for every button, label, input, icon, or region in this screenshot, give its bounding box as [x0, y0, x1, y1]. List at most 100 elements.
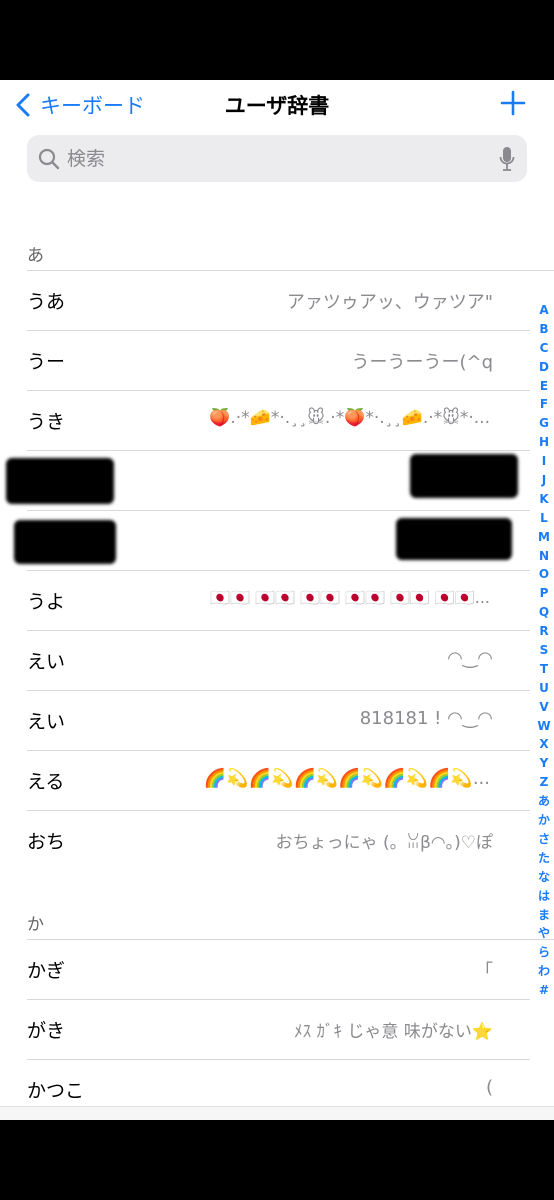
navigation-bar: キーボード ユーザ辞書 — [0, 80, 554, 130]
entry-word: えい — [27, 711, 66, 733]
entry-word: うき — [27, 411, 66, 433]
entry-reading: 🍑.·*🧀*·.¸¸🐭.·*🍑*·.¸¸🧀.·*🐭*·... — [209, 408, 490, 428]
divider — [27, 690, 530, 691]
index-letter[interactable]: P — [534, 584, 554, 603]
divider — [27, 450, 530, 451]
index-letter[interactable]: た — [534, 849, 554, 868]
index-letter[interactable]: # — [534, 981, 554, 1000]
index-letter[interactable]: O — [534, 565, 554, 584]
index-letter[interactable]: ま — [534, 906, 554, 925]
index-letter[interactable]: H — [534, 433, 554, 452]
entry-word: うあ — [27, 291, 66, 313]
list-item[interactable]: うき 🍑.·*🧀*·.¸¸🐭.·*🍑*·.¸¸🧀.·*🐭*·... — [0, 390, 530, 450]
entry-reading: ﾒｽ ｶﾞｷ じゃ意 味がない⭐ — [294, 1022, 493, 1042]
divider — [27, 330, 530, 331]
index-letter[interactable]: や — [534, 924, 554, 943]
entry-word: がき — [27, 1020, 66, 1042]
entry-reading: うーうーうー(^q — [351, 352, 493, 373]
index-letter[interactable]: Z — [534, 773, 554, 792]
status-bar-mask — [0, 0, 554, 80]
entry-word: おち — [27, 831, 66, 853]
section-header: か — [27, 915, 44, 935]
index-letter[interactable]: A — [534, 301, 554, 320]
index-letter[interactable]: は — [534, 887, 554, 906]
list-item[interactable]: かつこ ( — [0, 1059, 530, 1106]
entry-reading: ◠‿◠ — [447, 648, 493, 669]
list-item[interactable]: うー うーうーうー(^q — [0, 330, 530, 390]
divider — [27, 630, 530, 631]
home-indicator-mask — [0, 1120, 554, 1200]
list-item[interactable]: えい 818181 ! ◠‿◠ — [0, 690, 530, 750]
index-letter[interactable]: X — [534, 735, 554, 754]
index-letter[interactable]: B — [534, 320, 554, 339]
index-letter[interactable]: R — [534, 622, 554, 641]
redacted-reading — [410, 454, 518, 498]
divider — [27, 270, 554, 271]
divider — [27, 390, 530, 391]
index-letter[interactable]: L — [534, 509, 554, 528]
index-letter[interactable]: W — [534, 717, 554, 736]
entry-reading: 818181 ! ◠‿◠ — [359, 708, 493, 729]
index-letter[interactable]: I — [534, 452, 554, 471]
list-item[interactable]: かぎ 「 — [0, 939, 554, 999]
section-index[interactable]: A B C D E F G H I J K L M N O P Q R S T … — [534, 301, 554, 1000]
entry-reading: 🌈💫🌈💫🌈💫🌈💫🌈💫🌈💫... — [203, 768, 490, 789]
entry-word: えい — [27, 651, 66, 673]
redacted-word — [14, 520, 116, 564]
divider — [27, 510, 530, 511]
entry-word: かぎ — [27, 960, 66, 982]
entry-word: うよ — [27, 591, 66, 613]
entry-word: かつこ — [27, 1080, 85, 1102]
entry-reading: アァツゥアッ、ウァツア" — [286, 292, 493, 313]
microphone-icon[interactable] — [499, 146, 515, 172]
index-letter[interactable]: Q — [534, 603, 554, 622]
entry-word: える — [27, 771, 65, 793]
entry-reading: 「 — [475, 961, 493, 982]
divider — [27, 939, 554, 940]
section-header: あ — [27, 246, 44, 266]
list-item[interactable]: えい ◠‿◠ — [0, 630, 530, 690]
list-item[interactable]: がき ﾒｽ ｶﾞｷ じゃ意 味がない⭐ — [0, 999, 530, 1059]
list-item[interactable] — [0, 510, 530, 570]
entry-word: うー — [27, 351, 66, 373]
plus-icon[interactable] — [500, 90, 526, 116]
divider — [27, 810, 530, 811]
list-item[interactable]: える 🌈💫🌈💫🌈💫🌈💫🌈💫🌈💫... — [0, 750, 530, 810]
list-item[interactable]: おち おちょっにゃ (。ꈍβ◠。)♡ぽ — [0, 810, 530, 870]
index-letter[interactable]: N — [534, 547, 554, 566]
index-letter[interactable]: M — [534, 528, 554, 547]
redacted-reading — [396, 518, 512, 560]
index-letter[interactable]: E — [534, 377, 554, 396]
index-letter[interactable]: J — [534, 471, 554, 490]
index-letter[interactable]: ら — [534, 943, 554, 962]
index-letter[interactable]: あ — [534, 792, 554, 811]
entry-reading: ( — [485, 1077, 493, 1098]
list-item[interactable] — [0, 450, 530, 510]
index-letter[interactable]: な — [534, 868, 554, 887]
index-letter[interactable]: S — [534, 641, 554, 660]
index-letter[interactable]: G — [534, 414, 554, 433]
index-letter[interactable]: C — [534, 339, 554, 358]
search-bar[interactable] — [27, 135, 527, 182]
index-letter[interactable]: D — [534, 358, 554, 377]
divider — [27, 570, 530, 571]
search-input[interactable] — [67, 145, 487, 172]
index-letter[interactable]: Y — [534, 754, 554, 773]
index-letter[interactable]: か — [534, 811, 554, 830]
index-letter[interactable]: F — [534, 395, 554, 414]
list-item[interactable]: うよ 🇯🇵🇯🇵 🇯🇵🇯🇵 🇯🇵🇯🇵 🇯🇵🇯🇵 🇯🇵🇯🇵 🇯🇵🇯🇵... — [0, 570, 530, 630]
index-letter[interactable]: U — [534, 679, 554, 698]
bottom-divider — [0, 1106, 554, 1121]
index-letter[interactable]: わ — [534, 962, 554, 981]
divider — [27, 1059, 530, 1060]
entry-reading: おちょっにゃ (。ꈍβ◠。)♡ぽ — [275, 833, 493, 853]
index-letter[interactable]: V — [534, 698, 554, 717]
divider — [27, 999, 530, 1000]
redacted-word — [6, 458, 114, 504]
index-letter[interactable]: T — [534, 660, 554, 679]
index-letter[interactable]: さ — [534, 830, 554, 849]
page-title: ユーザ辞書 — [224, 94, 330, 118]
search-icon — [38, 148, 60, 170]
list-item[interactable]: うあ アァツゥアッ、ウァツア" — [0, 270, 554, 330]
index-letter[interactable]: K — [534, 490, 554, 509]
